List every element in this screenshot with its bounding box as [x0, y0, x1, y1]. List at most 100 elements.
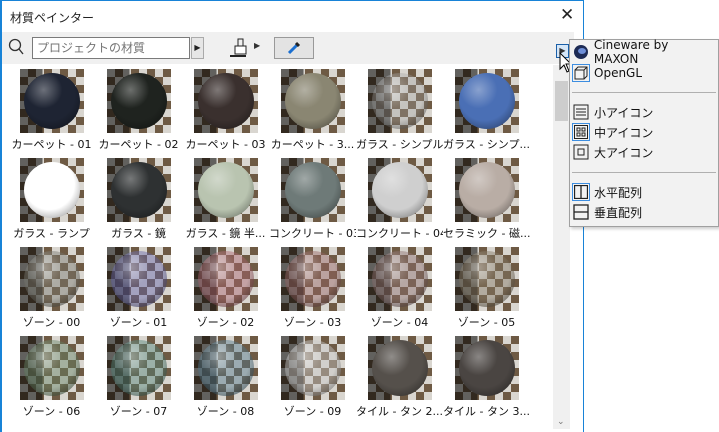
menu-item-opengl[interactable]: OpenGL [572, 63, 716, 83]
material-sphere [110, 73, 167, 129]
material-sphere [110, 251, 167, 307]
material-sphere [371, 251, 428, 307]
menu-label: 中アイコン [594, 125, 654, 140]
material-thumbnail [280, 247, 345, 311]
material-label: ゾーン - 02 [196, 316, 255, 329]
material-label: ゾーン - 09 [283, 405, 342, 418]
material-sphere [110, 162, 167, 218]
menu-label: 大アイコン [594, 145, 654, 160]
material-sphere [371, 73, 428, 129]
split-horizontal-icon [572, 203, 590, 221]
material-tile[interactable]: ガラス - 鏡 半... [182, 158, 269, 241]
material-tile[interactable]: ゾーン - 04 [356, 247, 443, 330]
material-tile[interactable]: ゾーン - 03 [269, 247, 356, 330]
search-icon [8, 38, 24, 55]
material-tile[interactable]: カーペット - 02 [95, 69, 182, 152]
material-label: タイル - タン 3... [443, 405, 530, 418]
material-tile[interactable]: ゾーン - 08 [182, 336, 269, 419]
material-label: ガラス - シンプ... [443, 138, 530, 151]
material-thumbnail [367, 247, 432, 311]
window-title: 材質ペインター [10, 11, 95, 25]
cineware-icon [572, 43, 590, 61]
material-thumbnail [193, 336, 258, 400]
material-label: ガラス - ランプ [13, 227, 90, 240]
material-thumbnail [367, 69, 432, 133]
material-label: ゾーン - 08 [196, 405, 255, 418]
material-label: カーペット - 01 [11, 138, 92, 151]
material-tile[interactable]: ゾーン - 07 [95, 336, 182, 419]
material-tile[interactable]: ゾーン - 00 [8, 247, 95, 330]
material-thumbnail [367, 158, 432, 222]
menu-separator [572, 172, 716, 173]
search-scope-dropdown[interactable]: ▶ [191, 37, 204, 59]
material-tile[interactable]: ゾーン - 09 [269, 336, 356, 419]
brush-dropdown-arrow[interactable]: ▶ [254, 41, 260, 50]
material-thumbnail [280, 336, 345, 400]
material-tile[interactable]: カーペット - 03 [182, 69, 269, 152]
scrollbar-thumb[interactable] [555, 81, 568, 121]
material-tile[interactable]: コンクリート - 04 [356, 158, 443, 241]
material-label: ゾーン - 03 [283, 316, 342, 329]
material-tile[interactable]: ガラス - ランプ [8, 158, 95, 241]
material-sphere [371, 340, 428, 396]
material-tile[interactable]: ガラス - シンプ... [443, 69, 530, 152]
menu-separator [572, 92, 716, 93]
material-tile[interactable]: ゾーン - 05 [443, 247, 530, 330]
material-label: ゾーン - 05 [457, 316, 516, 329]
menu-item-horizontal-layout[interactable]: 水平配列 [572, 182, 716, 202]
material-label: ガラス - シンプル [356, 138, 443, 151]
menu-label: OpenGL [594, 66, 643, 80]
material-tile[interactable]: ゾーン - 01 [95, 247, 182, 330]
material-sphere [23, 251, 80, 307]
menu-item-small-icons[interactable]: 小アイコン [572, 102, 716, 122]
material-label: ゾーン - 01 [109, 316, 168, 329]
material-tile[interactable]: ガラス - シンプル [356, 69, 443, 152]
material-label: セラミック - 磁... [443, 227, 530, 240]
material-sphere [458, 251, 515, 307]
material-tile[interactable]: セラミック - 磁... [443, 158, 530, 241]
split-vertical-icon [572, 183, 590, 201]
material-thumbnail [106, 247, 171, 311]
material-label: ゾーン - 07 [109, 405, 168, 418]
material-tile[interactable]: カーペット - 01 [8, 69, 95, 152]
material-sphere [197, 340, 254, 396]
material-sphere [23, 162, 80, 218]
material-sphere [284, 73, 341, 129]
menu-label: 垂直配列 [594, 205, 643, 220]
eyedropper-button[interactable] [274, 37, 314, 59]
material-label: カーペット - 3... [270, 138, 355, 151]
material-painter-window: 材質ペインター ✕ ▶ ▶ カーペット - 01 カーペット - 02 カーペット … [0, 0, 584, 432]
material-sphere [110, 340, 167, 396]
material-sphere [197, 162, 254, 218]
paint-brush-icon[interactable] [230, 38, 250, 58]
material-sphere [197, 73, 254, 129]
material-thumbnail [454, 336, 519, 400]
material-label: カーペット - 03 [185, 138, 266, 151]
vertical-scrollbar[interactable]: ⌄ [553, 65, 570, 429]
material-tile[interactable]: ゾーン - 02 [182, 247, 269, 330]
material-tile[interactable]: カーペット - 3... [269, 69, 356, 152]
material-sphere [23, 340, 80, 396]
material-thumbnail [454, 247, 519, 311]
search-input[interactable] [32, 37, 190, 59]
material-tile[interactable]: ガラス - 鏡 [95, 158, 182, 241]
scroll-down-arrow[interactable]: ⌄ [557, 417, 565, 427]
material-sphere [284, 251, 341, 307]
material-thumbnail [106, 336, 171, 400]
material-tile[interactable]: コンクリート - 03 [269, 158, 356, 241]
eyedropper-icon [287, 41, 301, 55]
material-thumbnail [19, 247, 84, 311]
view-options-menu: Cineware by MAXON OpenGL 小アイコン 中アイコン 大アイ… [569, 38, 719, 227]
menu-item-large-icons[interactable]: 大アイコン [572, 142, 716, 162]
material-thumbnail [193, 69, 258, 133]
material-thumbnail [193, 158, 258, 222]
menu-item-vertical-layout[interactable]: 垂直配列 [572, 202, 716, 222]
material-label: カーペット - 02 [98, 138, 179, 151]
material-tile[interactable]: ゾーン - 06 [8, 336, 95, 419]
menu-item-cineware[interactable]: Cineware by MAXON [572, 38, 716, 66]
menu-item-medium-icons[interactable]: 中アイコン [572, 122, 716, 142]
close-button[interactable]: ✕ [560, 5, 574, 25]
square-icon [572, 143, 590, 161]
material-tile[interactable]: タイル - タン 2... [356, 336, 443, 419]
material-tile[interactable]: タイル - タン 3... [443, 336, 530, 419]
